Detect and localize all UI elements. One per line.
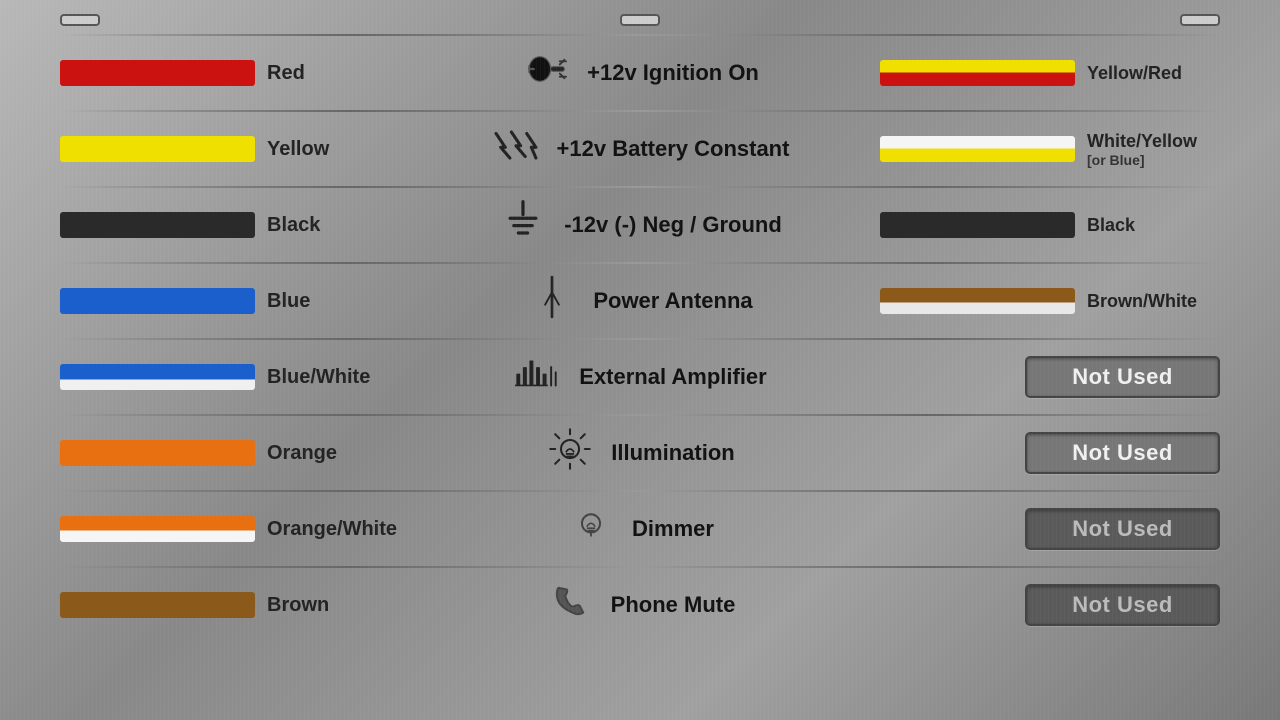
function-header [620, 14, 660, 26]
accord-cell-black: Black [880, 212, 1220, 238]
accord-label-yellow: White/Yellow [1087, 131, 1227, 152]
function-text-yellow: +12v Battery Constant [557, 136, 790, 162]
function-text-orange: Illumination [611, 440, 734, 466]
standard-cell-orange-white: Orange/White [60, 516, 400, 542]
standard-swatch-red [60, 60, 255, 86]
function-icon-red [521, 46, 571, 100]
standard-label-blue: Blue [267, 290, 310, 313]
function-cell-yellow: +12v Battery Constant [400, 122, 880, 176]
function-icon-blue [527, 274, 577, 328]
accord-header [1180, 14, 1220, 26]
accord-swatch-black [880, 212, 1075, 238]
function-text-brown: Phone Mute [611, 592, 736, 618]
accord-cell-orange-white: Not Used [880, 508, 1220, 550]
standard-swatch-blue-white [60, 364, 255, 390]
accord-cell-red: Yellow/Red [880, 60, 1220, 86]
col-accord-header [880, 14, 1220, 26]
wire-row-black: Black -12v (-) Neg / Ground Black [60, 188, 1220, 262]
standard-label-blue-white: Blue/White [267, 366, 370, 389]
standard-swatch-brown [60, 592, 255, 618]
standard-swatch-orange-white [60, 516, 255, 542]
col-function-header [400, 14, 880, 26]
col-standard-header [60, 14, 400, 26]
standard-swatch-orange [60, 440, 255, 466]
standard-cell-black: Black [60, 212, 400, 238]
accord-swatch-red [880, 60, 1075, 86]
standard-label-brown: Brown [267, 594, 329, 617]
standard-label-black: Black [267, 214, 320, 237]
standard-label-red: Red [267, 62, 305, 85]
accord-label-blue: Brown/White [1087, 291, 1227, 312]
not-used-badge-blue-white: Not Used [1025, 356, 1220, 398]
accord-cell-orange: Not Used [880, 432, 1220, 474]
wire-row-yellow: Yellow +12v Battery Constant White/Yellow… [60, 112, 1220, 186]
not-used-badge-orange-white: Not Used [1025, 508, 1220, 550]
wire-row-orange-white: Orange/White Dimmer Not Used [60, 492, 1220, 566]
function-icon-orange-white [566, 502, 616, 556]
standard-cell-orange: Orange [60, 440, 400, 466]
function-icon-black [498, 198, 548, 252]
accord-label-wrap-black: Black [1087, 215, 1220, 236]
accord-cell-blue-white: Not Used [880, 356, 1220, 398]
accord-label-wrap-red: Yellow/Red [1087, 63, 1220, 84]
function-cell-orange: Illumination [400, 426, 880, 480]
function-icon-brown [545, 578, 595, 632]
standard-cell-brown: Brown [60, 592, 400, 618]
wire-row-red: Red +12v Ignition On Yellow/Red [60, 36, 1220, 110]
header-row [60, 0, 1220, 34]
function-icon-orange [545, 426, 595, 480]
accord-swatch-yellow [880, 136, 1075, 162]
function-text-orange-white: Dimmer [632, 516, 714, 542]
accord-cell-yellow: White/Yellow[or Blue] [880, 131, 1220, 168]
function-icon-blue-white [513, 350, 563, 404]
accord-swatch-blue [880, 288, 1075, 314]
standard-swatch-blue [60, 288, 255, 314]
function-cell-black: -12v (-) Neg / Ground [400, 198, 880, 252]
accord-label-red: Yellow/Red [1087, 63, 1227, 84]
accord-label-wrap-yellow: White/Yellow[or Blue] [1087, 131, 1220, 168]
standard-cell-blue-white: Blue/White [60, 364, 400, 390]
function-text-black: -12v (-) Neg / Ground [564, 212, 782, 238]
wire-row-blue: Blue Power Antenna Brown/White [60, 264, 1220, 338]
accord-cell-blue: Brown/White [880, 288, 1220, 314]
wire-row-blue-white: Blue/White External Amplifier Not Used [60, 340, 1220, 414]
accord-label-black: Black [1087, 215, 1227, 236]
accord-label-wrap-blue: Brown/White [1087, 291, 1220, 312]
rows-container: Red +12v Ignition On Yellow/Red Yellow +12… [60, 34, 1220, 642]
function-cell-brown: Phone Mute [400, 578, 880, 632]
accord-cell-brown: Not Used [880, 584, 1220, 626]
function-text-blue: Power Antenna [593, 288, 752, 314]
not-used-badge-brown: Not Used [1025, 584, 1220, 626]
standard-label-orange: Orange [267, 442, 337, 465]
standard-swatch-black [60, 212, 255, 238]
standard-swatch-yellow [60, 136, 255, 162]
function-text-blue-white: External Amplifier [579, 364, 766, 390]
standard-cell-blue: Blue [60, 288, 400, 314]
function-text-red: +12v Ignition On [587, 60, 759, 86]
standard-label-orange-white: Orange/White [267, 518, 397, 541]
standard-cell-yellow: Yellow [60, 136, 400, 162]
page: Red +12v Ignition On Yellow/Red Yellow +12… [0, 0, 1280, 720]
function-cell-orange-white: Dimmer [400, 502, 880, 556]
standard-cell-red: Red [60, 60, 400, 86]
function-cell-red: +12v Ignition On [400, 46, 880, 100]
standard-header [60, 14, 100, 26]
standard-label-yellow: Yellow [267, 138, 329, 161]
wire-row-orange: Orange Illumination Not Used [60, 416, 1220, 490]
function-cell-blue: Power Antenna [400, 274, 880, 328]
function-icon-yellow [491, 122, 541, 176]
function-cell-blue-white: External Amplifier [400, 350, 880, 404]
accord-label2-yellow: [or Blue] [1087, 152, 1220, 168]
not-used-badge-orange: Not Used [1025, 432, 1220, 474]
wire-row-brown: Brown Phone Mute Not Used [60, 568, 1220, 642]
